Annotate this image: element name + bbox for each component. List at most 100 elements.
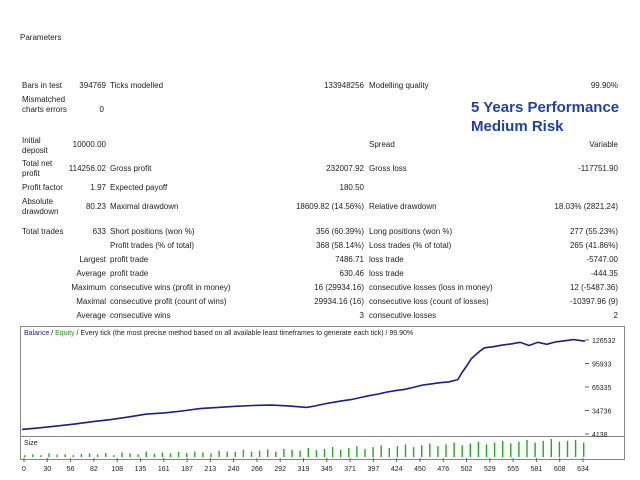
size-bar xyxy=(234,452,236,457)
x-tick-label: 187 xyxy=(181,466,193,473)
size-bar xyxy=(283,448,285,457)
size-bar xyxy=(307,448,309,457)
size-bar xyxy=(412,447,415,457)
size-bar xyxy=(485,444,488,457)
size-bar xyxy=(161,452,164,457)
size-bar xyxy=(64,454,66,457)
x-axis-ticks: 0 30 56 82 108 135 161 187 213 240 266 292 319 345 371… xyxy=(22,458,589,473)
size-bar xyxy=(145,451,147,457)
size-bar xyxy=(129,453,131,457)
size-bar xyxy=(469,443,471,457)
size-bar xyxy=(518,441,520,457)
size-bar xyxy=(566,440,569,457)
x-tick-label: 502 xyxy=(461,466,473,473)
size-bar xyxy=(291,449,293,457)
size-bar xyxy=(40,455,42,457)
x-tick-label: 529 xyxy=(484,466,496,473)
size-bar xyxy=(437,446,439,457)
size-bar xyxy=(210,453,212,457)
size-bar xyxy=(574,439,577,457)
size-bar xyxy=(331,447,334,457)
size-bar xyxy=(242,449,245,457)
size-bar xyxy=(526,439,528,457)
x-tick-label: 555 xyxy=(507,466,519,473)
chart-legend: Balance / Equity / Every tick (the most … xyxy=(24,330,413,337)
x-tick-label: 371 xyxy=(344,466,356,473)
size-bar xyxy=(299,450,301,457)
y-tick-label: 4138 xyxy=(592,432,608,439)
size-bar xyxy=(542,440,544,457)
size-bar xyxy=(445,444,447,457)
size-bar xyxy=(404,444,407,457)
size-bar xyxy=(502,440,504,457)
size-bar xyxy=(56,454,58,457)
size-bar xyxy=(275,451,277,457)
x-tick-label: 424 xyxy=(391,466,403,473)
size-bar xyxy=(32,454,34,457)
x-tick-label: 161 xyxy=(158,466,170,473)
x-tick-label: 450 xyxy=(414,466,426,473)
size-bar xyxy=(137,454,139,457)
size-bar xyxy=(356,446,358,457)
size-bar xyxy=(323,448,326,457)
size-bar xyxy=(24,455,26,457)
size-bar xyxy=(340,449,342,457)
x-tick-label: 634 xyxy=(577,466,589,473)
x-tick-label: 292 xyxy=(274,466,286,473)
balance-chart-svg: Balance / Equity / Every tick (the most … xyxy=(21,330,615,473)
x-tick-label: 608 xyxy=(554,466,566,473)
y-tick-label: 65335 xyxy=(592,385,612,392)
x-tick-label: 30 xyxy=(43,466,51,473)
x-tick-label: 108 xyxy=(111,466,123,473)
size-bar xyxy=(250,451,253,457)
x-tick-label: 476 xyxy=(437,466,449,473)
size-bar xyxy=(96,454,99,457)
x-tick-label: 266 xyxy=(251,466,263,473)
size-bar xyxy=(88,453,91,457)
x-tick-label: 0 xyxy=(22,466,26,473)
size-bar xyxy=(267,449,269,457)
x-tick-label: 56 xyxy=(67,466,75,473)
size-bar xyxy=(194,451,196,457)
size-bar xyxy=(48,453,50,457)
size-bar xyxy=(550,439,552,457)
size-bar xyxy=(510,443,512,457)
y-tick-label: 95933 xyxy=(592,362,612,369)
size-bars xyxy=(24,439,585,457)
x-tick-label: 397 xyxy=(368,466,380,473)
size-bar xyxy=(169,453,172,457)
size-bar xyxy=(396,446,399,457)
size-bar xyxy=(72,455,74,457)
size-bar xyxy=(80,453,83,457)
size-bar xyxy=(218,450,220,457)
size-bar xyxy=(121,452,123,457)
size-bar xyxy=(477,441,480,457)
size-bar xyxy=(558,441,561,457)
x-tick-label: 240 xyxy=(228,466,240,473)
size-bar xyxy=(364,448,366,457)
size-bar xyxy=(258,450,261,457)
size-label: Size xyxy=(24,440,38,447)
size-bar xyxy=(177,452,180,457)
size-bar xyxy=(226,451,228,457)
x-tick-label: 82 xyxy=(90,466,98,473)
x-tick-label: 345 xyxy=(321,466,333,473)
size-bar xyxy=(113,455,115,457)
size-bar xyxy=(429,443,431,457)
x-tick-label: 581 xyxy=(531,466,543,473)
y-tick-label: 34736 xyxy=(592,409,612,416)
size-bar xyxy=(493,442,496,457)
size-bar xyxy=(315,450,318,457)
balance-line xyxy=(21,338,586,431)
y-axis-ticks: 126532 95933 65335 34736 4138 xyxy=(585,338,615,439)
size-bar xyxy=(348,448,350,457)
size-bar xyxy=(534,442,536,457)
x-tick-label: 135 xyxy=(135,466,147,473)
size-bar xyxy=(202,452,204,457)
size-bar xyxy=(421,445,423,457)
y-tick-label: 126532 xyxy=(592,338,615,345)
size-bar xyxy=(153,453,155,457)
size-bar xyxy=(461,445,463,457)
size-bar xyxy=(388,448,390,457)
size-bar xyxy=(186,453,188,457)
